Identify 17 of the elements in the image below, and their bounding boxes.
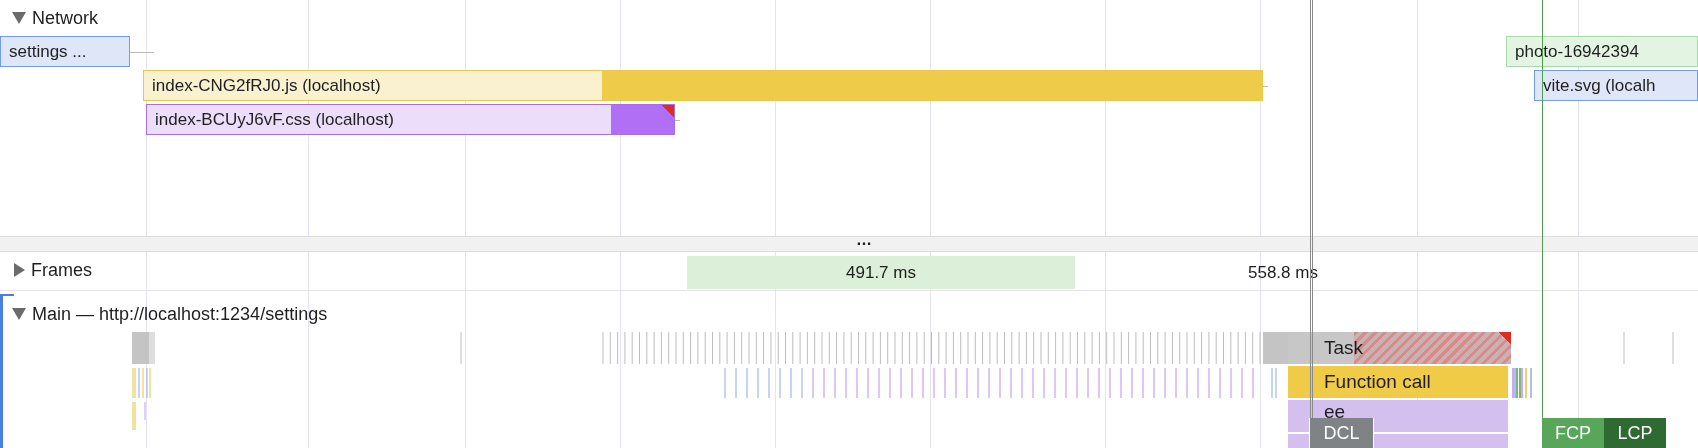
triangle-down-icon[interactable] [12,308,26,320]
network-request-bar[interactable]: vite.svg (localh [1534,70,1698,101]
timing-marker[interactable]: DCL [1310,418,1373,448]
triangle-down-icon[interactable] [12,12,26,24]
network-request-bar[interactable]: settings ... [0,36,130,67]
section-title: Network [32,7,98,29]
trace-event-bar[interactable]: Task [1288,332,1511,364]
frame-block[interactable]: 491.7 ms [687,256,1075,289]
network-request-bar[interactable]: index-CNG2fRJ0.js (localhost) [143,70,1263,101]
section-title: Frames [31,259,92,281]
resize-handle[interactable]: … [856,232,872,248]
timing-marker[interactable]: LCP [1604,418,1666,448]
trace-event-bar[interactable]: Function call [1288,366,1508,398]
trace-event-bar[interactable]: ee [1288,400,1508,418]
triangle-right-icon[interactable] [14,263,25,277]
network-request-bar[interactable]: index-BCUyJ6vF.css (localhost) [146,104,675,135]
section-title: Main — http://localhost:1234/settings [32,303,328,325]
